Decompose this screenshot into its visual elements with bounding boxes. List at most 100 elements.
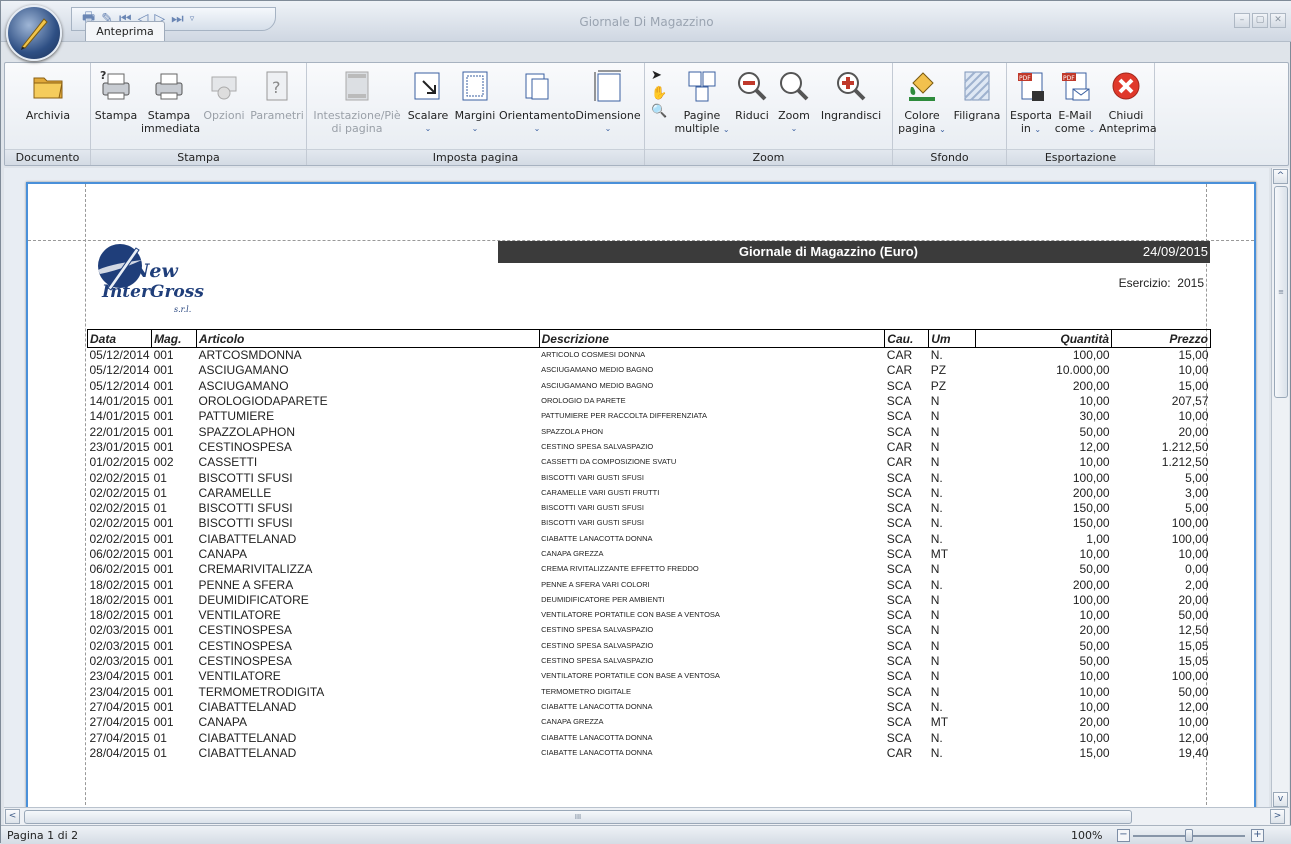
esercizio-value: 2015 <box>1177 276 1204 290</box>
pagine-label-1: Pagine <box>683 109 721 122</box>
cell-articolo: CIABATTELANAD <box>198 745 297 760</box>
window-title: Giornale Di Magazzino <box>579 15 714 29</box>
close-button[interactable]: ✕ <box>1270 13 1286 28</box>
cell-quantita: 10,00 <box>1079 608 1110 623</box>
zoom-out-button[interactable]: − <box>1117 829 1130 842</box>
stampa-immediata-button[interactable]: Stampa immediata <box>141 69 200 135</box>
hand-icon[interactable]: ✋ <box>651 85 667 103</box>
tab-anteprima[interactable]: Anteprima <box>85 21 165 41</box>
application-menu-button[interactable] <box>6 5 62 61</box>
chiudi-anteprima-button[interactable]: Chiudi Anteprima <box>1099 69 1157 135</box>
riduci-button[interactable]: Riduci <box>731 69 773 122</box>
cell-um: PZ <box>930 363 947 378</box>
vertical-scrollbar[interactable]: ^ ≡ v <box>1271 168 1289 808</box>
cell-causale: SCA <box>886 516 912 531</box>
stampa-label: Stampa <box>94 109 138 122</box>
esporta-in-button[interactable]: PDF Esporta in ⌄ <box>1009 69 1053 136</box>
cell-causale: SCA <box>886 562 912 577</box>
margini-label: Margini <box>454 109 496 122</box>
cell-causale: CAR <box>886 363 913 378</box>
colore-dropdown-icon: ⌄ <box>939 125 946 134</box>
orientamento-label: Orientamento <box>499 109 576 122</box>
horizontal-scroll-thumb[interactable]: III <box>24 810 1132 824</box>
horizontal-scrollbar[interactable]: < III > <box>4 807 1289 825</box>
cell-descrizione: TERMOMETRO DIGITALE <box>541 686 631 696</box>
cell-mag: 001 <box>153 715 174 730</box>
cell-articolo: DEUMIDIFICATORE <box>198 592 309 607</box>
zoom-out-icon <box>735 69 769 103</box>
cell-mag: 001 <box>153 699 174 714</box>
zoom-in-button[interactable]: + <box>1251 829 1264 842</box>
cell-articolo: TERMOMETRODIGITA <box>198 684 325 699</box>
cell-descrizione: VENTILATORE PORTATILE CON BASE A VENTOSA <box>541 671 720 681</box>
cell-causale: SCA <box>886 378 912 393</box>
colore-pagina-button[interactable]: Colore pagina ⌄ <box>897 69 947 136</box>
cell-quantita: 150,00 <box>1072 516 1110 531</box>
stampa-button[interactable]: ? Stampa <box>93 69 139 122</box>
cell-um: N <box>930 455 940 470</box>
ingrandisci-button[interactable]: Ingrandisci <box>815 69 887 122</box>
scroll-right-button[interactable]: > <box>1270 809 1285 824</box>
opzioni-button[interactable]: Opzioni <box>199 69 249 122</box>
margini-button[interactable]: Margini ⌄ <box>451 69 499 135</box>
cell-descrizione: CIABATTE LANACOTTA DONNA <box>541 701 653 711</box>
intestazione-button[interactable]: Intestazione/Piè di pagina <box>309 69 405 135</box>
cell-data: 02/02/2015 <box>89 501 150 516</box>
table-row: 05/12/2014 001 ASCIUGAMANO ASCIUGAMANO MEDI… <box>88 378 1211 393</box>
cell-mag: 001 <box>153 562 174 577</box>
pagine-multiple-button[interactable]: Pagine multiple ⌄ <box>673 69 731 136</box>
cell-data: 14/01/2015 <box>89 394 150 409</box>
col-header-quantita: Quantità <box>975 329 1113 348</box>
maximize-button[interactable]: ▢ <box>1252 13 1268 28</box>
email-come-button[interactable]: PDF E-Mail come ⌄ <box>1053 69 1097 136</box>
intestazione-label-1: Intestazione/Piè <box>313 109 401 122</box>
zoom-button[interactable]: Zoom ⌄ <box>773 69 815 135</box>
preview-area[interactable]: New InterGross s.r.l. Giornale di Magazz… <box>4 168 1269 808</box>
filigrana-button[interactable]: Filigrana <box>949 69 1005 122</box>
margins-icon <box>458 69 492 103</box>
archivia-button[interactable]: Archivia <box>13 69 83 122</box>
cell-quantita: 10,00 <box>1079 394 1110 409</box>
margin-guide-left <box>85 184 86 808</box>
table-row: 23/04/2015 001 TERMOMETRODIGITA TERMOMETRO … <box>88 684 1211 699</box>
cell-mag: 01 <box>153 485 167 500</box>
margini-dropdown-icon: ⌄ <box>471 124 479 133</box>
magnifier-small-icon[interactable]: 🔍 <box>651 103 667 121</box>
parametri-button[interactable]: ? Parametri <box>249 69 305 122</box>
cell-data: 28/04/2015 <box>89 745 150 760</box>
group-stampa: ? Stampa Stampa immediata Opzioni ? Para… <box>91 63 307 165</box>
report-table: Data Mag. Articolo Descrizione Cau. Um Q… <box>86 329 1211 761</box>
scroll-left-button[interactable]: < <box>5 809 20 824</box>
scroll-down-button[interactable]: v <box>1273 792 1288 807</box>
cell-mag: 002 <box>153 455 174 470</box>
zoom-slider-thumb[interactable] <box>1185 829 1193 842</box>
vertical-scroll-thumb[interactable]: ≡ <box>1274 186 1288 398</box>
cell-data: 27/04/2015 <box>89 730 150 745</box>
orientamento-button[interactable]: Orientamento ⌄ <box>499 69 576 135</box>
cell-articolo: CARAMELLE <box>198 485 272 500</box>
cell-mag: 001 <box>153 424 174 439</box>
cell-data: 05/12/2014 <box>89 348 150 363</box>
cell-articolo: CANAPA <box>198 715 247 730</box>
cell-prezzo: 50,00 <box>1178 684 1209 699</box>
dimensione-button[interactable]: Dimensione ⌄ <box>575 69 641 135</box>
scroll-up-button[interactable]: ^ <box>1273 169 1288 184</box>
title-bar: 🖶 ✎ ⏮ ◁ ▷ ⏭ ▿ Giornale Di Magazzino – ▢ … <box>1 1 1291 42</box>
cell-causale: SCA <box>886 623 912 638</box>
cell-um: N. <box>930 348 943 363</box>
minimize-button[interactable]: – <box>1234 13 1250 28</box>
email-label-2: come <box>1054 122 1086 135</box>
cell-mag: 001 <box>153 531 174 546</box>
cell-quantita: 200,00 <box>1072 577 1110 592</box>
scalare-button[interactable]: Scalare ⌄ <box>405 69 451 135</box>
printer-icon: ? <box>99 69 133 103</box>
cell-data: 18/02/2015 <box>89 592 150 607</box>
dimensione-label: Dimensione <box>575 109 641 122</box>
cell-articolo: BISCOTTI SFUSI <box>198 516 293 531</box>
cell-quantita: 12,00 <box>1079 439 1110 454</box>
cell-articolo: BISCOTTI SFUSI <box>198 470 293 485</box>
cell-quantita: 10,00 <box>1079 684 1110 699</box>
pointer-icon[interactable]: ➤ <box>651 67 667 85</box>
riduci-label: Riduci <box>735 109 769 122</box>
cell-data: 02/02/2015 <box>89 516 150 531</box>
